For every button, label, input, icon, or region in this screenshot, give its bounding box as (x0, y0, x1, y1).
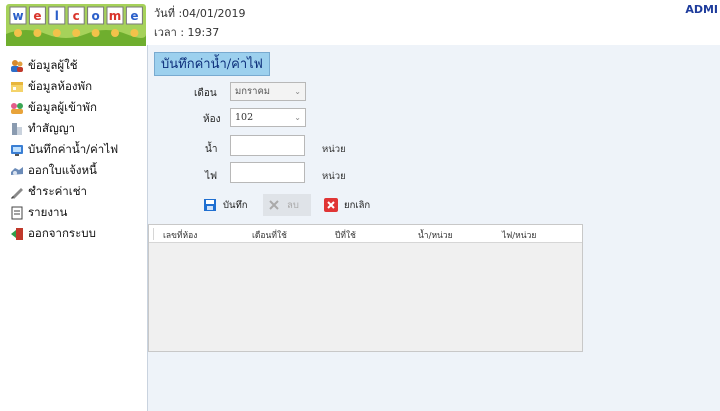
current-date: วันที่ :04/01/2019 (154, 7, 246, 20)
sidebar-item-label: ทำสัญญา (28, 120, 76, 135)
cancel-button-label: ยกเลิก (344, 199, 371, 211)
column-electric-units[interactable]: ไฟ/หน่วย (502, 228, 536, 242)
payment-icon (11, 187, 23, 199)
save-button-label: บันทึก (223, 199, 248, 211)
sidebar-item-rooms[interactable]: ข้อมูลห้องพัก (0, 76, 148, 97)
app-window: { "header": { "logo_letters": ["w","e","… (0, 0, 720, 411)
report-icon (11, 206, 23, 219)
electric-label: ไฟ (205, 171, 218, 182)
save-icon (204, 199, 216, 211)
sidebar-item-label: ชำระค่าเช่า (28, 183, 87, 198)
users-icon (11, 59, 23, 72)
logo-figure (91, 29, 100, 37)
column-month-used[interactable]: เดือนที่ใช้ (252, 228, 287, 242)
meter-table[interactable]: เลขที่ห้อง เดือนที่ใช้ ปีที่ใช้ น้ำ/หน่ว… (148, 224, 583, 352)
current-time: เวลา : 19:37 (154, 26, 220, 39)
water-unit: หน่วย (322, 144, 346, 155)
column-water-units[interactable]: น้ำ/หน่วย (418, 228, 453, 242)
logo-figure (72, 29, 81, 37)
sidebar-item-contract[interactable]: ทำสัญญา (0, 118, 148, 139)
cancel-button[interactable]: ยกเลิก (320, 194, 376, 216)
sidebar-item-label: ออกจากระบบ (28, 225, 96, 240)
welcome-logo: welcome (6, 4, 146, 46)
sidebar-item-label: ข้อมูลผู้ใช้ (28, 57, 78, 72)
contract-icon (12, 122, 22, 135)
logo-letter: w (12, 9, 23, 23)
sidebar-item-label: บันทึกค่าน้ำ/ค่าไฟ (28, 141, 119, 156)
invoice-icon (11, 166, 23, 175)
room-icon (11, 81, 23, 92)
main-panel: บันทึกค่าน้ำ/ค่าไฟ เดือน มกราคม ⌄ ห้อง 1… (147, 45, 720, 411)
user-name: ADMI (685, 3, 718, 16)
water-input[interactable] (230, 135, 305, 156)
month-select[interactable]: มกราคม ⌄ (230, 82, 306, 101)
sidebar-item-users[interactable]: ข้อมูลผู้ใช้ (0, 55, 148, 76)
guests-icon (11, 102, 23, 114)
save-button[interactable]: บันทึก (199, 194, 254, 216)
logo-figure (111, 29, 119, 37)
header-bar: welcome วันที่ :04/01/2019 เวลา : 19:37 … (0, 0, 720, 46)
room-label: ห้อง (203, 114, 221, 125)
table-header: เลขที่ห้อง เดือนที่ใช้ ปีที่ใช้ น้ำ/หน่ว… (149, 225, 582, 243)
sidebar-item-label: รายงาน (28, 204, 68, 219)
logo-figure (14, 29, 22, 37)
logout-icon (11, 227, 23, 240)
sidebar-item-guests[interactable]: ข้อมูลผู้เข้าพัก (0, 97, 148, 118)
cancel-icon (324, 198, 338, 212)
sidebar-item-label: ออกใบแจ้งหนี้ (28, 162, 97, 177)
sidebar-item-logout[interactable]: ออกจากระบบ (0, 223, 148, 244)
meter-icon (11, 144, 23, 156)
room-select-value: 102 (235, 112, 254, 123)
form-title: บันทึกค่าน้ำ/ค่าไฟ (154, 52, 270, 76)
logo-figure (33, 29, 42, 37)
logo-figure (52, 29, 61, 37)
column-year-used[interactable]: ปีที่ใช้ (335, 228, 356, 242)
delete-icon (269, 200, 279, 210)
electric-unit: หน่วย (322, 171, 346, 182)
column-separator (153, 228, 154, 240)
logo-letter: o (91, 9, 99, 23)
sidebar-item-report[interactable]: รายงาน (0, 202, 148, 223)
room-select[interactable]: 102 ⌄ (230, 108, 306, 127)
logo-letter: e (33, 9, 41, 23)
logo-letter: c (73, 9, 80, 23)
sidebar-item-label: ข้อมูลห้องพัก (28, 78, 93, 93)
electric-input[interactable] (230, 162, 305, 183)
column-room-number[interactable]: เลขที่ห้อง (163, 228, 197, 242)
chevron-down-icon: ⌄ (294, 113, 301, 122)
logo-letter: l (55, 9, 59, 23)
sidebar-item-label: ข้อมูลผู้เข้าพัก (28, 99, 97, 114)
chevron-down-icon: ⌄ (294, 87, 301, 96)
sidebar-item-payment[interactable]: ชำระค่าเช่า (0, 181, 148, 202)
logo-letter: e (130, 9, 138, 23)
water-label: น้ำ (205, 144, 218, 155)
sidebar-menu: ข้อมูลผู้ใช้ ข้อมูลห้องพัก ข้อมูลผู้เข้า… (0, 55, 148, 244)
month-select-value: มกราคม (235, 86, 271, 97)
logo-figure (130, 29, 139, 37)
month-label: เดือน (194, 88, 217, 99)
delete-button[interactable]: ลบ (263, 194, 311, 216)
sidebar-item-invoice[interactable]: ออกใบแจ้งหนี้ (0, 160, 148, 181)
delete-button-label: ลบ (287, 199, 299, 211)
logo-letter: m (109, 9, 122, 23)
sidebar-item-meter[interactable]: บันทึกค่าน้ำ/ค่าไฟ (0, 139, 148, 160)
